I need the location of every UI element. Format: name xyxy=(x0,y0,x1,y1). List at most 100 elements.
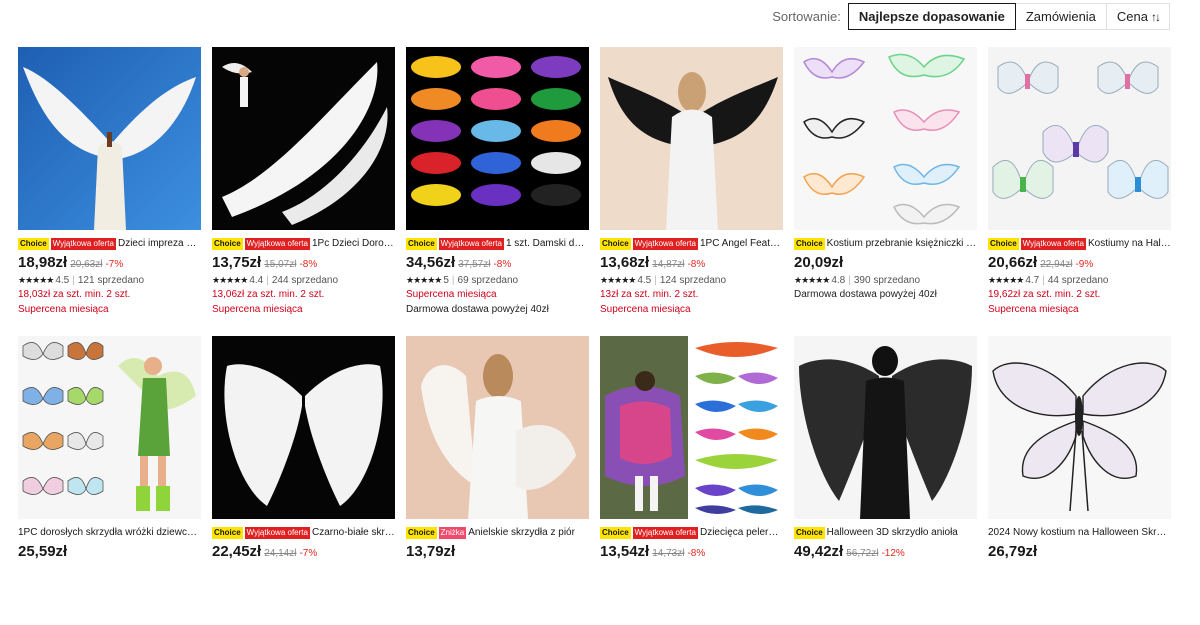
product-row: Choice Wyjątkowa oferta Dzieci impreza k… xyxy=(18,47,1198,336)
product-image[interactable] xyxy=(988,47,1171,230)
promo-line: Darmowa dostawa powyżej 40zł xyxy=(794,289,937,300)
star-rating-icon: ★★★★★ xyxy=(212,274,248,285)
product-image[interactable] xyxy=(600,336,783,519)
rating-value: 4.4 xyxy=(249,274,264,286)
choice-badge: Choice xyxy=(406,526,437,539)
product-image[interactable] xyxy=(794,47,977,230)
price-line: 13,68zł 14,87zł -8% xyxy=(600,254,783,272)
rating-value: 4.7 xyxy=(1025,274,1040,286)
sort-option-best-match[interactable]: Najlepsze dopasowanie xyxy=(847,3,1016,30)
divider: | xyxy=(72,274,75,286)
product-title[interactable]: Choice Kostium przebranie księżniczki wr… xyxy=(794,237,977,250)
product-title[interactable]: 1PC dorosłych skrzydła wróżki dziewczyny xyxy=(18,526,201,539)
price-line: 20,66zł 22,94zł -9% xyxy=(988,254,1171,272)
product-title[interactable]: Choice Wyjątkowa oferta 1 szt. Damski dz… xyxy=(406,237,589,250)
promo-line: Darmowa dostawa powyżej 40zł xyxy=(406,304,549,315)
product-title-text: 1PC dorosłych skrzydła wróżki dziewczyny xyxy=(18,527,201,538)
price: 22,45zł xyxy=(212,543,262,560)
promo-line: 19,62zł za szt. min. 2 szt. xyxy=(988,289,1101,300)
old-price: 56,72zł xyxy=(846,548,879,559)
product-title[interactable]: Choice Wyjątkowa oferta 1PC Angel Feathe… xyxy=(600,237,783,250)
rating-sold: ★★★★★ 4.5 | 121 sprzedano xyxy=(18,273,201,287)
promo-line: Supercena miesiąca xyxy=(212,304,303,315)
product-title[interactable]: Choice Wyjątkowa oferta Dzieci impreza k… xyxy=(18,237,201,250)
choice-badge: Choice xyxy=(794,526,825,539)
product-image[interactable] xyxy=(600,47,783,230)
product-title-text: Dziecięca peleryna motyl xyxy=(699,527,783,538)
product-card[interactable]: Choice Wyjątkowa oferta Dziecięca pelery… xyxy=(600,336,783,625)
product-title-text: 1PC Angel Feather skrzydła xyxy=(699,238,783,249)
product-card[interactable]: Choice Wyjątkowa oferta 1Pc Dzieci Doroś… xyxy=(212,47,395,336)
promo-line: Supercena miesiąca xyxy=(406,289,497,300)
deal-badge: Wyjątkowa oferta xyxy=(50,237,116,250)
divider: | xyxy=(451,274,455,286)
product-title[interactable]: Choice Halloween 3D skrzydło anioła xyxy=(794,526,977,539)
product-row: 1PC dorosłych skrzydła wróżki dziewczyny… xyxy=(18,336,1198,625)
product-title-text: Kostium przebranie księżniczki wróżki xyxy=(826,238,977,249)
product-image[interactable] xyxy=(212,47,395,230)
rating-sold: ★★★★★ 4.7 | 44 sprzedano xyxy=(988,273,1171,287)
product-card[interactable]: 2024 Nowy kostium na Halloween Skrzydła … xyxy=(988,336,1171,625)
star-rating-icon: ★★★★★ xyxy=(18,274,54,285)
product-image[interactable] xyxy=(988,336,1171,519)
product-title[interactable]: Choice Wyjątkowa oferta 1Pc Dzieci Doroś… xyxy=(212,237,395,250)
sort-option-orders[interactable]: Zamówienia xyxy=(1015,3,1107,30)
product-title[interactable]: 2024 Nowy kostium na Halloween Skrzydła xyxy=(988,526,1171,539)
deal-badge: Wyjątkowa oferta xyxy=(244,526,310,539)
promo-line: Supercena miesiąca xyxy=(18,304,109,315)
product-image[interactable] xyxy=(794,336,977,519)
choice-badge: Choice xyxy=(406,237,437,250)
price: 13,54zł xyxy=(600,543,650,560)
product-image[interactable] xyxy=(18,47,201,230)
product-title-text: 2024 Nowy kostium na Halloween Skrzydła xyxy=(988,527,1171,538)
deal-badge: Wyjątkowa oferta xyxy=(632,526,698,539)
product-title-text: Kostiumy na Halloween skrzydła xyxy=(1087,238,1171,249)
product-title[interactable]: Choice Wyjątkowa oferta Dziecięca pelery… xyxy=(600,526,783,539)
old-price: 14,87zł xyxy=(652,259,685,270)
product-card[interactable]: Choice Zniżka Anielskie skrzydła z piór … xyxy=(406,336,589,625)
old-price: 37,57zł xyxy=(458,259,491,270)
divider: | xyxy=(266,274,269,286)
choice-badge: Choice xyxy=(212,526,243,539)
product-image[interactable] xyxy=(406,47,589,230)
choice-badge: Choice xyxy=(600,526,631,539)
sort-option-price-label: Cena xyxy=(1116,9,1148,24)
price-line: 34,56zł 37,57zł -8% xyxy=(406,254,589,272)
price: 25,59zł xyxy=(18,543,68,560)
rating-sold: ★★★★★ 4.5 | 124 sprzedano xyxy=(600,273,783,287)
choice-badge: Choice xyxy=(18,237,49,250)
discount: -7% xyxy=(299,548,318,559)
price-line: 13,79zł xyxy=(406,543,589,561)
rating-sold: ★★★★★ 4.4 | 244 sprzedano xyxy=(212,273,395,287)
product-card[interactable]: Choice Wyjątkowa oferta Czarno-białe skr… xyxy=(212,336,395,625)
product-card[interactable]: Choice Wyjątkowa oferta Dzieci impreza k… xyxy=(18,47,201,336)
promo-line: 18,03zł za szt. min. 2 szt. xyxy=(18,289,131,300)
product-title-text: Dzieci impreza kostium skrzydła anioła xyxy=(117,238,201,249)
price-line: 13,75zł 15,07zł -8% xyxy=(212,254,395,272)
old-price: 22,94zł xyxy=(1040,259,1073,270)
rating-value: 4.5 xyxy=(55,274,70,286)
product-title[interactable]: Choice Zniżka Anielskie skrzydła z piór xyxy=(406,526,589,539)
product-card[interactable]: Choice Wyjątkowa oferta 1 szt. Damski dz… xyxy=(406,47,589,336)
product-title[interactable]: Choice Wyjątkowa oferta Czarno-białe skr… xyxy=(212,526,395,539)
price-line: 49,42zł 56,72zł -12% xyxy=(794,543,977,561)
price-line: 22,45zł 24,14zł -7% xyxy=(212,543,395,561)
product-card[interactable]: Choice Wyjątkowa oferta 1PC Angel Feathe… xyxy=(600,47,783,336)
product-card[interactable]: Choice Kostium przebranie księżniczki wr… xyxy=(794,47,977,336)
choice-badge: Choice xyxy=(794,237,825,250)
discount: -8% xyxy=(687,548,706,559)
product-card[interactable]: 1PC dorosłych skrzydła wróżki dziewczyny… xyxy=(18,336,201,625)
sold-count: 124 sprzedano xyxy=(659,274,727,286)
old-price: 14,73zł xyxy=(652,548,685,559)
sort-option-price[interactable]: Cena ↑↓ xyxy=(1106,3,1170,30)
product-image[interactable] xyxy=(212,336,395,519)
product-image[interactable] xyxy=(18,336,201,519)
discount: -8% xyxy=(493,259,512,270)
product-card[interactable]: Choice Wyjątkowa oferta Kostiumy na Hall… xyxy=(988,47,1171,336)
price-line: 20,09zł xyxy=(794,254,977,272)
product-title[interactable]: Choice Wyjątkowa oferta Kostiumy na Hall… xyxy=(988,237,1171,250)
price: 13,68zł xyxy=(600,254,650,271)
product-card[interactable]: Choice Halloween 3D skrzydło anioła 49,4… xyxy=(794,336,977,625)
product-title-text: 1Pc Dzieci Dorośli skrzydła anioła xyxy=(311,238,395,249)
product-image[interactable] xyxy=(406,336,589,519)
